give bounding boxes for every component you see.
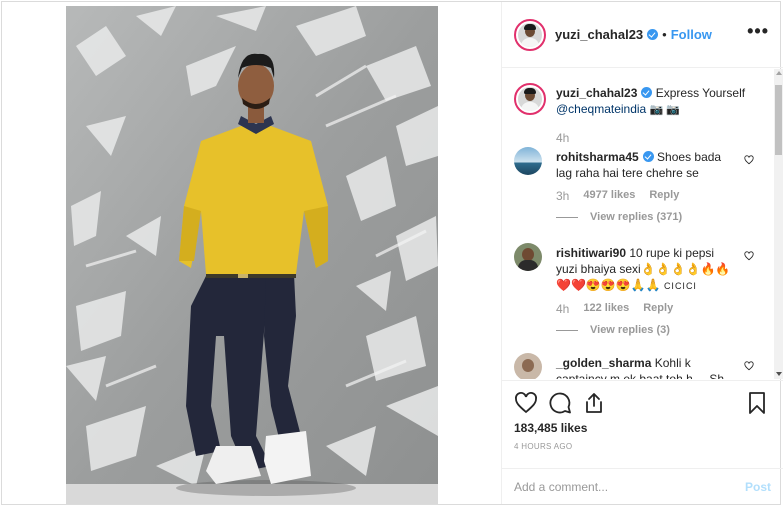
verified-badge-icon xyxy=(647,29,659,40)
scrollbar-thumb[interactable] xyxy=(775,85,782,155)
post-comment-button[interactable]: Post xyxy=(745,480,771,494)
verified-badge-icon xyxy=(642,151,654,162)
comment-like-heart-icon[interactable] xyxy=(744,361,754,371)
comment-item: _golden_sharma Kohli k captaincy m ek ba… xyxy=(514,353,764,379)
comment-username[interactable]: rohitsharma45 xyxy=(556,150,639,164)
post-time-ago[interactable]: 4 HOURS AGO xyxy=(514,442,572,451)
comment-like-heart-icon[interactable] xyxy=(744,155,754,165)
add-comment-bar: Post xyxy=(502,468,783,504)
caption-text: Express Yourself xyxy=(655,86,746,100)
view-replies-label: View replies (371) xyxy=(590,211,683,223)
comment-time[interactable]: 4h xyxy=(556,302,569,316)
photo-area xyxy=(2,2,501,504)
caption: yuzi_chahal23 Express Yourself @cheqmate… xyxy=(514,83,764,146)
photo-illustration xyxy=(66,6,438,504)
comment-like-heart-icon[interactable] xyxy=(744,251,754,261)
follow-button[interactable]: Follow xyxy=(671,27,712,42)
view-replies-button[interactable]: View replies (371) xyxy=(556,211,764,223)
caption-time[interactable]: 4h xyxy=(556,130,745,146)
scroll-up-arrow-icon[interactable] xyxy=(776,71,782,75)
separator-dot: • xyxy=(662,27,667,42)
comment-text-block: rohitsharma45 Shoes bada lag raha hai te… xyxy=(556,149,734,181)
comment-item: rishitiwari90 10 rupe ki pepsi yuzi bhai… xyxy=(514,243,764,336)
instagram-post: yuzi_chahal23 • Follow ••• yuzi_chahal23… xyxy=(1,1,783,505)
comment-username[interactable]: _golden_sharma xyxy=(556,356,651,370)
reply-button[interactable]: Reply xyxy=(649,189,679,203)
comment-text-block: rishitiwari90 10 rupe ki pepsi yuzi bhai… xyxy=(556,245,734,294)
verified-badge-icon xyxy=(641,87,653,98)
heart-icon[interactable] xyxy=(514,391,538,415)
caption-text-block: yuzi_chahal23 Express Yourself @cheqmate… xyxy=(556,85,745,146)
action-icons xyxy=(514,391,606,415)
comment-likes[interactable]: 122 likes xyxy=(583,302,629,316)
post-photo[interactable] xyxy=(66,6,438,504)
caption-mention[interactable]: @cheqmateindia xyxy=(556,102,646,116)
reply-button[interactable]: Reply xyxy=(643,302,673,316)
comment-time[interactable]: 3h xyxy=(556,189,569,203)
post-header: yuzi_chahal23 • Follow ••• xyxy=(502,2,783,68)
comments-scrollbar[interactable] xyxy=(774,69,783,379)
comment-likes[interactable]: 4977 likes xyxy=(583,189,635,203)
view-replies-button[interactable]: View replies (3) xyxy=(556,324,764,336)
comment-username[interactable]: rishitiwari90 xyxy=(556,246,626,260)
comment-icon[interactable] xyxy=(548,391,572,415)
post-sidebar: yuzi_chahal23 • Follow ••• yuzi_chahal23… xyxy=(501,2,783,504)
comment-meta: 3h 4977 likes Reply xyxy=(556,189,764,203)
caption-avatar[interactable] xyxy=(514,83,546,115)
commenter-avatar[interactable] xyxy=(514,147,542,175)
scroll-down-arrow-icon[interactable] xyxy=(776,372,782,376)
likes-count[interactable]: 183,485 likes xyxy=(514,421,587,435)
comments-list[interactable]: yuzi_chahal23 Express Yourself @cheqmate… xyxy=(502,69,774,379)
caption-username[interactable]: yuzi_chahal23 xyxy=(556,86,637,100)
share-icon[interactable] xyxy=(582,391,606,415)
comment-suffix: cicici xyxy=(663,281,697,291)
avatar[interactable] xyxy=(514,18,546,51)
commenter-avatar[interactable] xyxy=(514,243,542,271)
comment-text-block: _golden_sharma Kohli k captaincy m ek ba… xyxy=(556,355,734,379)
replies-divider xyxy=(556,216,578,218)
replies-divider xyxy=(556,329,578,331)
comment-item: rohitsharma45 Shoes bada lag raha hai te… xyxy=(514,147,764,223)
commenter-avatar[interactable] xyxy=(514,353,542,379)
post-actions: 183,485 likes 4 HOURS AGO Post xyxy=(502,380,783,504)
comment-meta: 4h 122 likes Reply xyxy=(556,302,764,316)
comment-input[interactable] xyxy=(514,479,745,494)
caption-emoji: 📷 📷 xyxy=(649,104,681,116)
more-options-icon[interactable]: ••• xyxy=(747,22,769,40)
bookmark-icon[interactable] xyxy=(745,391,769,415)
page: yuzi_chahal23 • Follow ••• yuzi_chahal23… xyxy=(0,0,783,513)
header-username[interactable]: yuzi_chahal23 xyxy=(555,27,643,42)
view-replies-label: View replies (3) xyxy=(590,324,670,336)
